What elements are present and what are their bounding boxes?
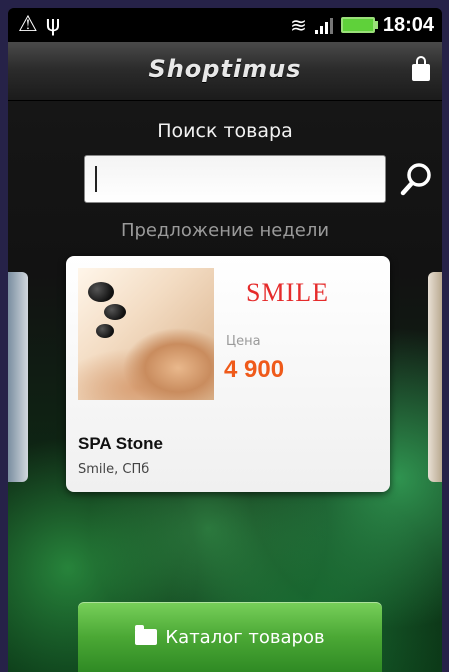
search-input[interactable] bbox=[84, 155, 386, 203]
battery-icon bbox=[340, 17, 378, 33]
product-subtitle: Smile, СПб bbox=[78, 462, 150, 477]
product-photo bbox=[78, 268, 214, 400]
search-label: Поиск товара bbox=[157, 120, 293, 142]
status-bar: ⚠ ψ ≋ 18:04 bbox=[8, 8, 442, 42]
warning-icon: ⚠ bbox=[18, 12, 38, 37]
signal-icon bbox=[314, 16, 333, 34]
price-caption: Цена bbox=[226, 334, 261, 349]
product-name: SPA Stone bbox=[78, 434, 164, 453]
next-offer-card[interactable] bbox=[428, 272, 442, 482]
offer-card[interactable]: SMILE Цена 4 900 SPA Stone Smile, СПб bbox=[66, 256, 390, 492]
phone-screen: ⚠ ψ ≋ 18:04 Shoptimus Поиск товара Предло… bbox=[8, 8, 442, 672]
app-logo: Shoptimus bbox=[148, 55, 302, 83]
catalog-button[interactable]: Каталог товаров bbox=[78, 602, 382, 672]
app-title-bar: Shoptimus bbox=[8, 42, 442, 101]
folder-icon bbox=[135, 625, 158, 645]
status-time: 18:04 bbox=[382, 13, 434, 36]
shopping-bag-icon[interactable] bbox=[410, 56, 432, 82]
offer-section-label: Предложение недели bbox=[120, 220, 330, 241]
catalog-button-label: Каталог товаров bbox=[165, 626, 325, 648]
partner-logo: SMILE bbox=[246, 278, 329, 307]
status-left-icons: ⚠ ψ bbox=[18, 12, 68, 38]
price-value: 4 900 bbox=[224, 356, 285, 383]
wifi-icon: ≋ bbox=[290, 13, 307, 37]
text-caret bbox=[95, 166, 97, 192]
previous-offer-card[interactable] bbox=[8, 272, 28, 482]
usb-icon: ψ bbox=[45, 12, 61, 37]
status-right-icons: ≋ 18:04 bbox=[290, 12, 434, 38]
magnifier-icon[interactable] bbox=[398, 160, 434, 200]
